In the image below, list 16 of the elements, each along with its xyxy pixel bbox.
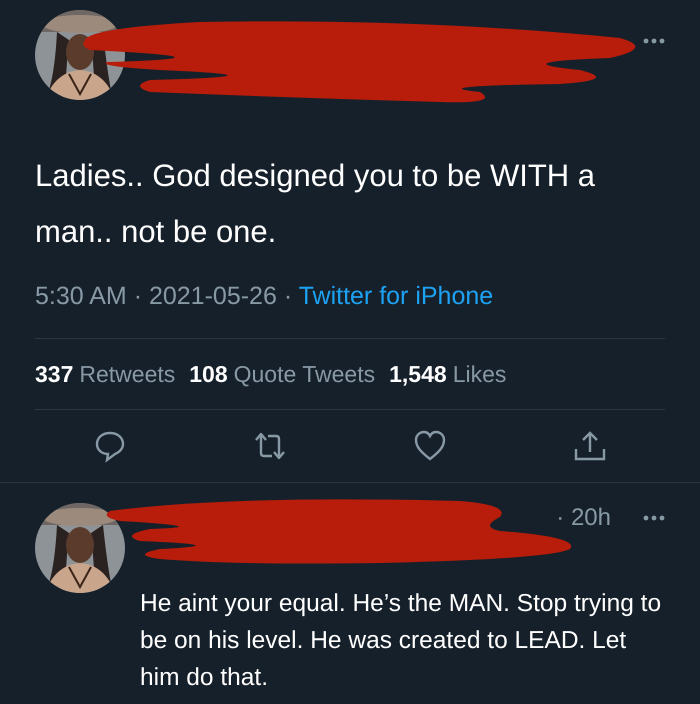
tweet-text: Ladies.. God designed you to be WITH a man.. not be one.: [35, 157, 596, 251]
comment-icon[interactable]: [93, 429, 127, 463]
tweet-time: 5:30 AM · 2021-05-26 ·: [35, 282, 294, 310]
stat-count: 1,548: [389, 360, 447, 386]
more-icon[interactable]: [643, 38, 665, 44]
more-icon[interactable]: [643, 515, 665, 521]
reply-time: · 20h: [556, 504, 611, 532]
stat-count: 108: [189, 360, 228, 386]
stat-label[interactable]: Likes: [452, 360, 506, 386]
share-icon[interactable]: [573, 429, 607, 463]
heart-icon[interactable]: [413, 429, 447, 463]
stat-label[interactable]: Retweets: [79, 360, 176, 386]
reply-text: He aint your equal. He’s the MAN. Stop trying to be on his level. He was created to LEAD. Let him do that.: [140, 589, 662, 693]
source-link[interactable]: Twitter for iPhone: [298, 282, 494, 310]
stat-count: 337: [35, 360, 74, 386]
stat-label[interactable]: Quote Tweets: [234, 360, 376, 386]
